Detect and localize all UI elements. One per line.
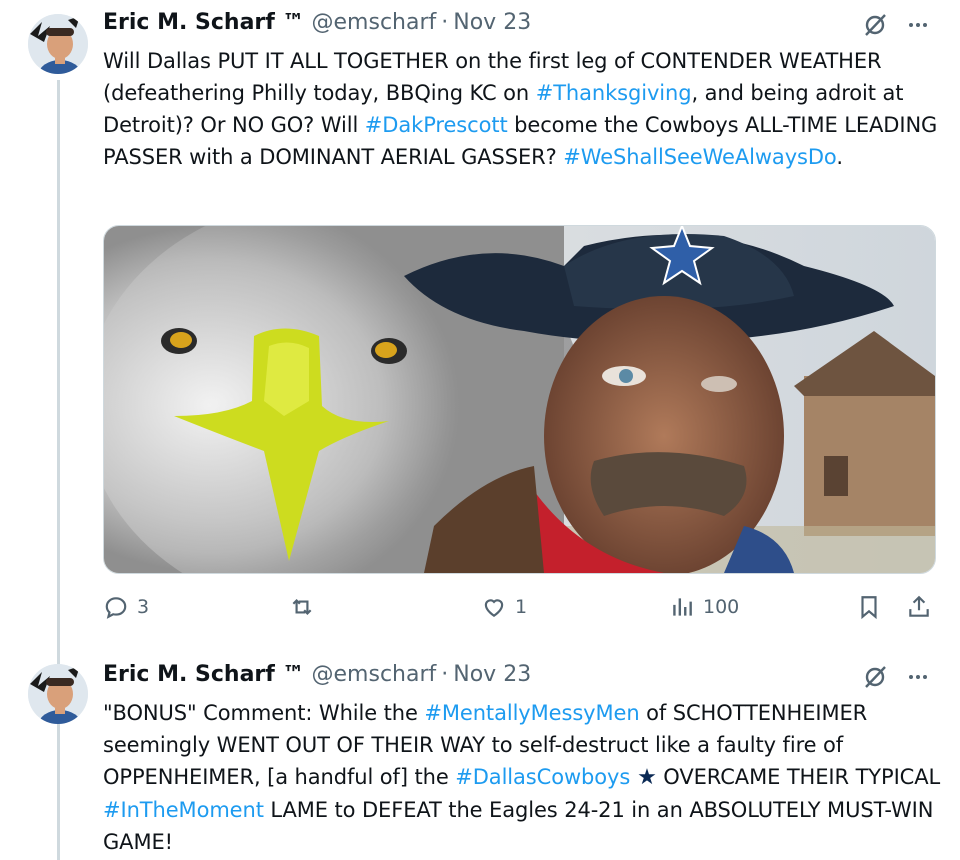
author-handle[interactable]: @emscharf	[312, 10, 437, 35]
views-button[interactable]: 100	[669, 594, 739, 620]
hashtag-link[interactable]: #MentallyMessyMen	[424, 701, 639, 725]
author-name[interactable]: Eric M. Scharf ™	[103, 10, 305, 35]
author-name[interactable]: Eric M. Scharf ™	[103, 662, 305, 687]
tweet-date[interactable]: Nov 23	[453, 662, 531, 687]
tweet-media-image[interactable]	[103, 225, 936, 574]
like-icon	[484, 599, 504, 617]
tweet-header: Eric M. Scharf ™ @emscharf · Nov 23	[103, 10, 531, 40]
like-count: 1	[515, 596, 528, 618]
hashtag-link[interactable]: #DakPrescott	[365, 113, 508, 137]
text-segment: .	[836, 145, 843, 169]
tweet-top-icons	[862, 12, 930, 42]
share-button[interactable]	[906, 594, 932, 620]
tweet-date[interactable]: Nov 23	[453, 10, 531, 35]
reply-count: 3	[137, 596, 150, 618]
repost-icon	[292, 598, 312, 616]
hashtag-link[interactable]: #DallasCowboys	[455, 765, 630, 789]
hashtag-link[interactable]: #WeShallSeeWeAlwaysDo	[563, 145, 836, 169]
tweet-1[interactable]: Eric M. Scharf ™ @emscharf · Nov 23 Will…	[0, 0, 960, 650]
views-icon	[673, 598, 692, 616]
bookmark-icon	[861, 596, 877, 620]
grok-icon[interactable]	[862, 12, 888, 42]
separator: ·	[441, 10, 449, 35]
avatar[interactable]	[28, 14, 88, 74]
like-button[interactable]: 1	[481, 594, 527, 620]
bookmark-button[interactable]	[856, 594, 882, 620]
cowboys-star-emoji: ★	[630, 765, 657, 790]
more-icon[interactable]	[906, 13, 930, 41]
grok-icon[interactable]	[862, 664, 888, 694]
repost-button[interactable]	[289, 594, 323, 620]
tweet-header: Eric M. Scharf ™ @emscharf · Nov 23	[103, 662, 531, 692]
avatar[interactable]	[28, 664, 88, 724]
tweet-2[interactable]: Eric M. Scharf ™ @emscharf · Nov 23 "BON…	[0, 650, 960, 860]
more-icon[interactable]	[906, 665, 930, 693]
text-segment: "BONUS" Comment: While the	[103, 701, 425, 725]
hashtag-link[interactable]: #InTheMoment	[103, 798, 264, 822]
reply-button[interactable]: 3	[103, 594, 149, 620]
tweet-text: "BONUS" Comment: While the #MentallyMess…	[103, 697, 943, 858]
hashtag-link[interactable]: #Thanksgiving	[536, 81, 692, 105]
tweet-top-icons	[862, 664, 930, 694]
reply-icon	[105, 597, 127, 619]
share-icon	[909, 595, 929, 617]
tweet-actions: 3 1 100	[103, 594, 938, 624]
author-handle[interactable]: @emscharf	[312, 662, 437, 687]
text-segment: OVERCAME THEIR TYPICAL	[656, 765, 941, 789]
tweet-text: Will Dallas PUT IT ALL TOGETHER on the f…	[103, 45, 943, 173]
separator: ·	[441, 662, 449, 687]
views-count: 100	[703, 596, 740, 618]
